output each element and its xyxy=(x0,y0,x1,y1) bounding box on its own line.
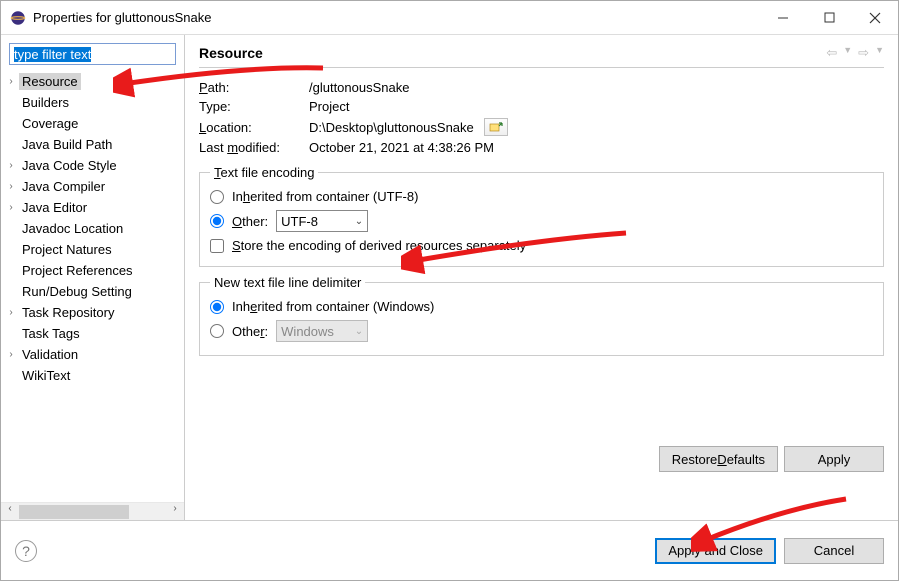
nav-arrows: ⇦ ▼ ⇨ ▼ xyxy=(826,45,884,61)
chevron-down-icon: ⌄ xyxy=(355,326,363,337)
delimiter-combo: Windows ⌄ xyxy=(276,320,368,342)
help-icon[interactable]: ? xyxy=(15,540,37,562)
sidebar-item-label: Java Editor xyxy=(19,199,90,216)
modified-label: Last modified: xyxy=(199,140,309,155)
sidebar-item-java-code-style[interactable]: ›Java Code Style xyxy=(1,155,184,176)
expand-icon[interactable]: › xyxy=(5,202,17,213)
sidebar-item-label: Task Repository xyxy=(19,304,117,321)
minimize-button[interactable] xyxy=(760,1,806,35)
type-label: Type: xyxy=(199,99,309,114)
sidebar-item-java-compiler[interactable]: ›Java Compiler xyxy=(1,176,184,197)
scroll-track[interactable] xyxy=(19,503,166,521)
footer: ? Apply and Close Cancel xyxy=(1,520,898,580)
restore-defaults-button[interactable]: Restore Defaults xyxy=(659,446,778,472)
delimiter-group: New text file line delimiter Inherited f… xyxy=(199,275,884,356)
sidebar-item-label: Java Code Style xyxy=(19,157,120,174)
sidebar-item-label: Resource xyxy=(19,73,81,90)
sidebar-item-label: WikiText xyxy=(19,367,73,384)
cancel-button[interactable]: Cancel xyxy=(784,538,884,564)
sidebar-item-coverage[interactable]: Coverage xyxy=(1,113,184,134)
sidebar-scrollbar[interactable]: ‹ › xyxy=(1,502,184,520)
sidebar: ›ResourceBuildersCoverageJava Build Path… xyxy=(1,35,185,520)
delimiter-inherited-radio[interactable] xyxy=(210,300,224,314)
forward-icon[interactable]: ⇨ xyxy=(858,45,869,61)
sidebar-item-label: Project Natures xyxy=(19,241,115,258)
sidebar-item-wikitext[interactable]: WikiText xyxy=(1,365,184,386)
path-label: Path: xyxy=(199,80,309,95)
window-title: Properties for gluttonousSnake xyxy=(33,10,760,25)
filter-input[interactable] xyxy=(9,43,176,65)
delimiter-combo-value: Windows xyxy=(281,324,334,339)
sidebar-item-run-debug-setting[interactable]: Run/Debug Setting xyxy=(1,281,184,302)
sidebar-item-java-build-path[interactable]: Java Build Path xyxy=(1,134,184,155)
encoding-inherited-label[interactable]: Inherited from container (UTF-8) xyxy=(232,189,418,204)
expand-icon[interactable]: › xyxy=(5,181,17,192)
close-button[interactable] xyxy=(852,1,898,35)
titlebar: Properties for gluttonousSnake xyxy=(1,1,898,35)
modified-value: October 21, 2021 at 4:38:26 PM xyxy=(309,140,494,155)
tree: ›ResourceBuildersCoverageJava Build Path… xyxy=(1,69,184,502)
chevron-down-icon: ⌄ xyxy=(355,216,363,227)
sidebar-item-label: Java Build Path xyxy=(19,136,115,153)
expand-icon[interactable]: › xyxy=(5,160,17,171)
location-value: D:\Desktop\gluttonousSnake xyxy=(309,120,474,135)
sidebar-item-label: Run/Debug Setting xyxy=(19,283,135,300)
encoding-other-label[interactable]: Other: xyxy=(232,214,268,229)
sidebar-item-label: Java Compiler xyxy=(19,178,108,195)
sidebar-item-resource[interactable]: ›Resource xyxy=(1,71,184,92)
sidebar-item-validation[interactable]: ›Validation xyxy=(1,344,184,365)
sidebar-item-task-repository[interactable]: ›Task Repository xyxy=(1,302,184,323)
expand-icon[interactable]: › xyxy=(5,76,17,87)
scroll-left-button[interactable]: ‹ xyxy=(1,503,19,521)
type-value: Project xyxy=(309,99,349,114)
sidebar-item-java-editor[interactable]: ›Java Editor xyxy=(1,197,184,218)
scroll-thumb[interactable] xyxy=(19,505,129,519)
apply-and-close-button[interactable]: Apply and Close xyxy=(655,538,776,564)
sidebar-item-javadoc-location[interactable]: Javadoc Location xyxy=(1,218,184,239)
store-derived-label[interactable]: Store the encoding of derived resources … xyxy=(232,238,526,253)
sidebar-item-label: Project References xyxy=(19,262,136,279)
store-derived-checkbox[interactable] xyxy=(210,239,224,253)
back-icon[interactable]: ⇦ xyxy=(826,45,837,61)
scroll-right-button[interactable]: › xyxy=(166,503,184,521)
sidebar-item-label: Javadoc Location xyxy=(19,220,126,237)
page-heading: Resource xyxy=(199,45,263,61)
path-value: /gluttonousSnake xyxy=(309,80,409,95)
eclipse-icon xyxy=(9,9,27,27)
forward-drop-icon[interactable]: ▼ xyxy=(875,45,884,61)
sidebar-item-task-tags[interactable]: Task Tags xyxy=(1,323,184,344)
sidebar-item-label: Builders xyxy=(19,94,72,111)
sidebar-item-project-natures[interactable]: Project Natures xyxy=(1,239,184,260)
back-drop-icon[interactable]: ▼ xyxy=(843,45,852,61)
sidebar-item-label: Task Tags xyxy=(19,325,83,342)
sidebar-item-project-references[interactable]: Project References xyxy=(1,260,184,281)
delimiter-legend: New text file line delimiter xyxy=(210,275,365,290)
location-label: Location: xyxy=(199,120,309,135)
expand-icon[interactable]: › xyxy=(5,307,17,318)
apply-button[interactable]: Apply xyxy=(784,446,884,472)
delimiter-other-label[interactable]: Other: xyxy=(232,324,268,339)
encoding-inherited-radio[interactable] xyxy=(210,190,224,204)
maximize-button[interactable] xyxy=(806,1,852,35)
sidebar-item-label: Coverage xyxy=(19,115,81,132)
sidebar-item-label: Validation xyxy=(19,346,81,363)
encoding-group: Text file encoding Inherited from contai… xyxy=(199,165,884,267)
encoding-combo-value: UTF-8 xyxy=(281,214,318,229)
expand-icon[interactable]: › xyxy=(5,349,17,360)
encoding-other-radio[interactable] xyxy=(210,214,224,228)
delimiter-inherited-label[interactable]: Inherited from container (Windows) xyxy=(232,299,434,314)
content-pane: Resource ⇦ ▼ ⇨ ▼ Path: /gluttonousSnake … xyxy=(185,35,898,520)
encoding-combo[interactable]: UTF-8 ⌄ xyxy=(276,210,368,232)
delimiter-other-radio[interactable] xyxy=(210,324,224,338)
encoding-legend: Text file encoding xyxy=(210,165,318,180)
sidebar-item-builders[interactable]: Builders xyxy=(1,92,184,113)
open-location-button[interactable] xyxy=(484,118,508,136)
